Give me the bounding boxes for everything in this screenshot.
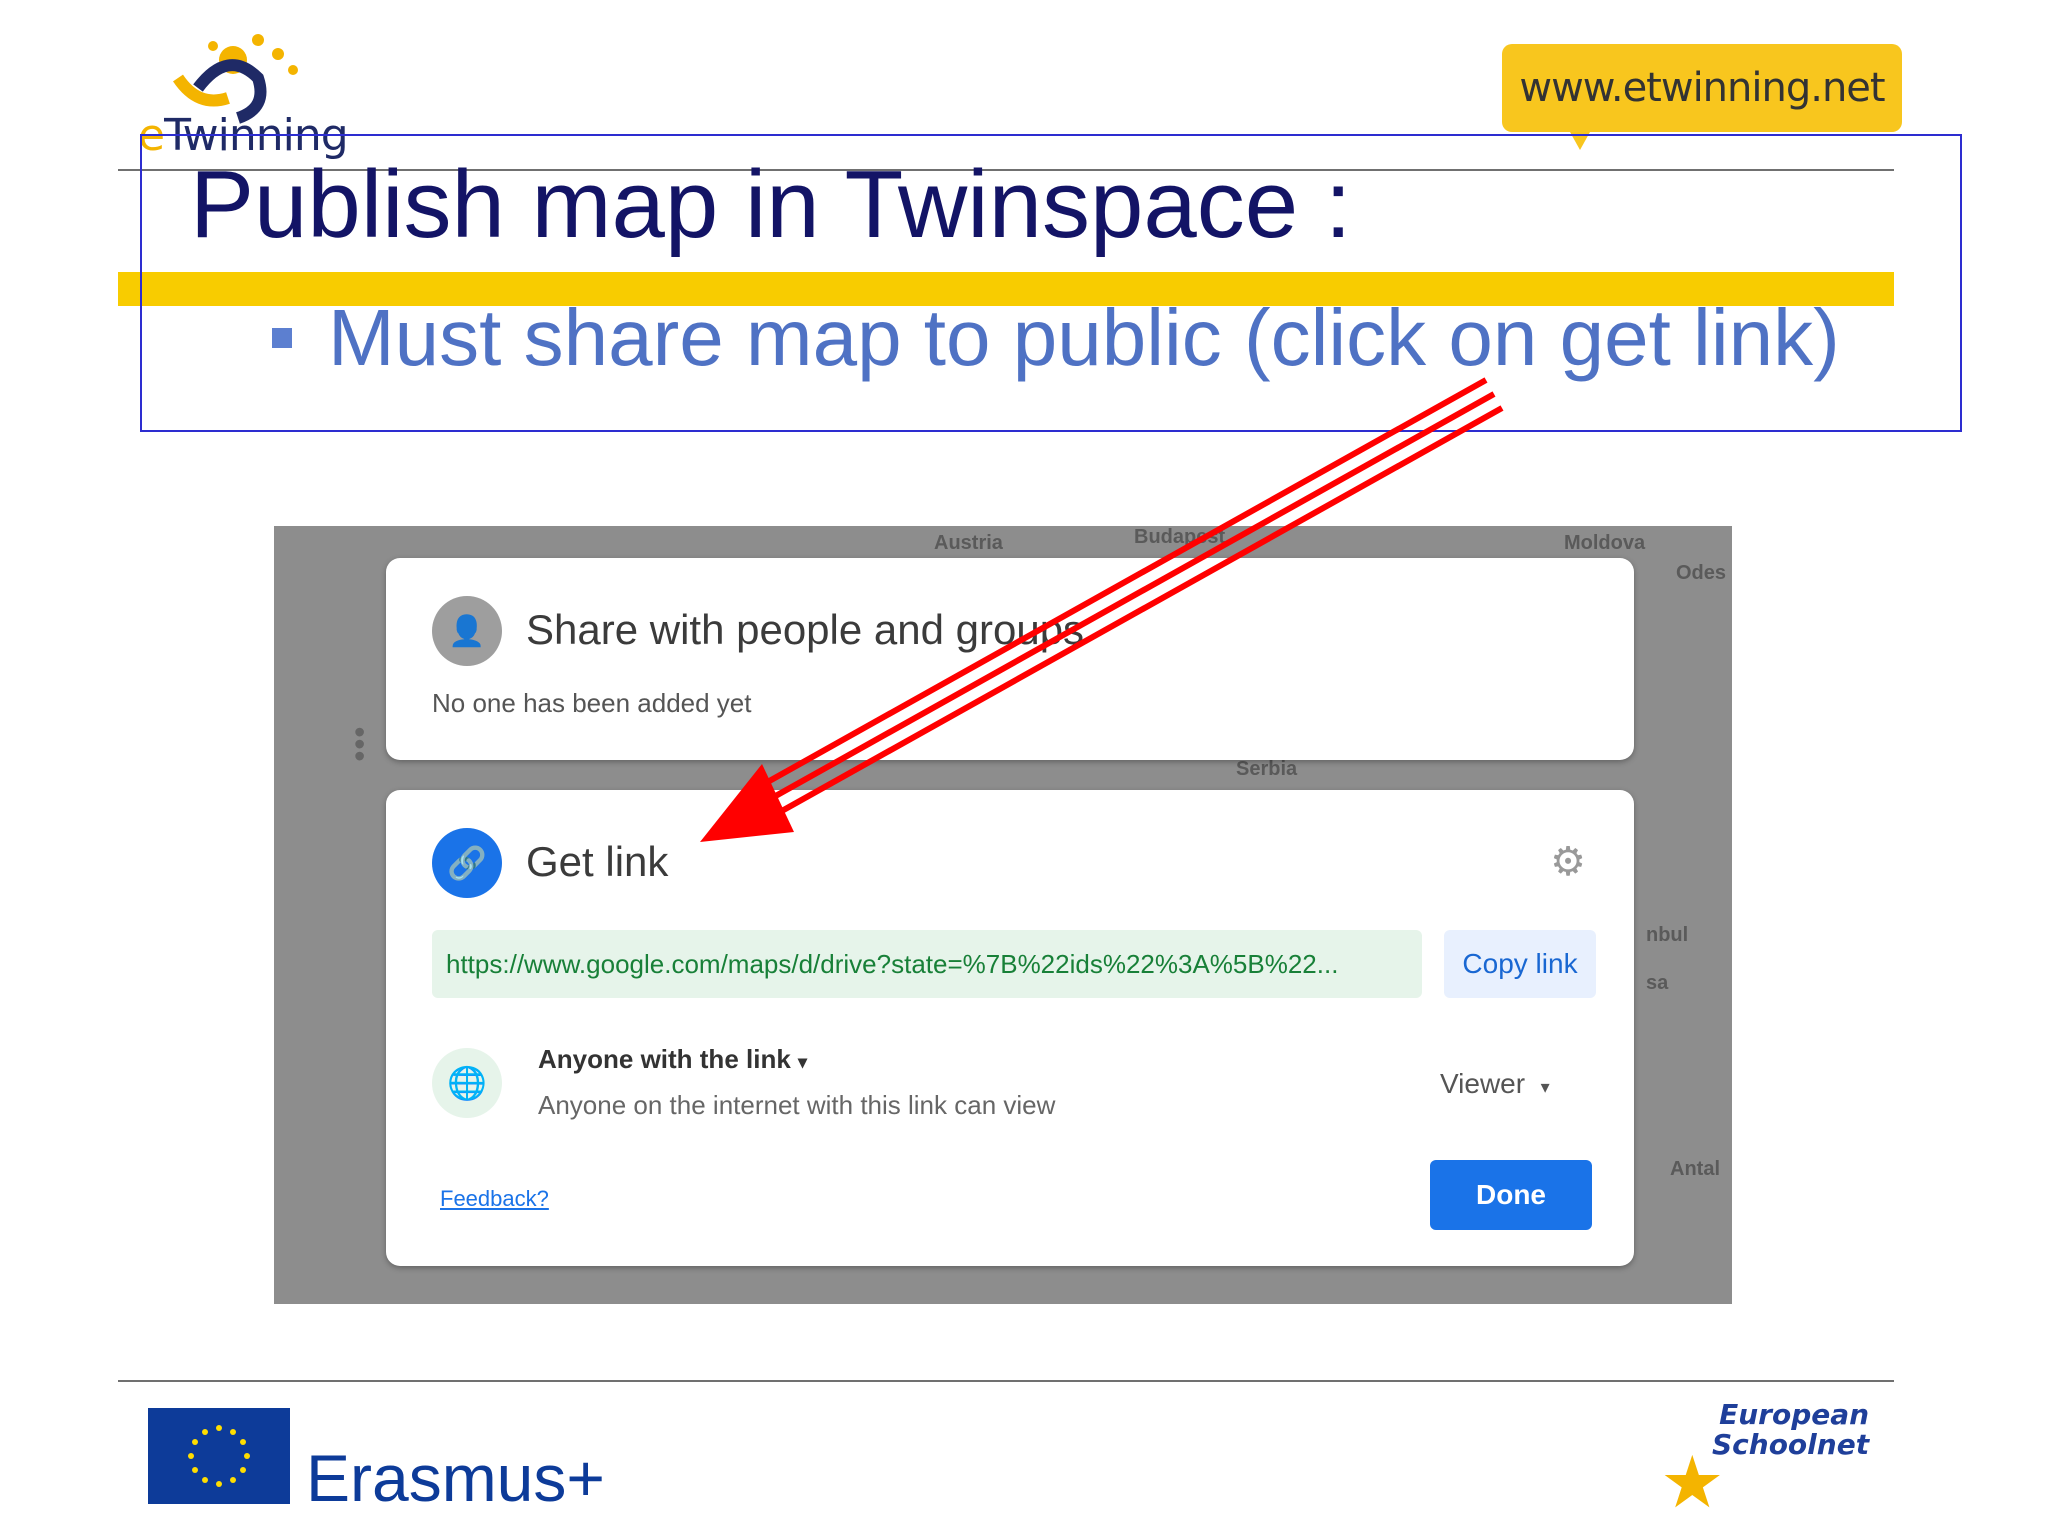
- get-link-title: Get link: [526, 838, 669, 885]
- esn-line2: Schoolnet: [1712, 1428, 1870, 1461]
- chevron-down-icon: ▾: [798, 1052, 808, 1072]
- erasmus-logo-text: Erasmus+: [306, 1441, 605, 1515]
- feedback-link[interactable]: Feedback?: [440, 1186, 549, 1212]
- link-icon: 🔗: [432, 828, 502, 898]
- done-button[interactable]: Done: [1430, 1160, 1592, 1230]
- map-label: Austria: [934, 532, 1003, 554]
- globe-icon: 🌐: [432, 1048, 502, 1118]
- bullet-marker: [272, 328, 292, 348]
- url-badge: www.etwinning.net: [1502, 44, 1902, 132]
- get-link-card: 🔗 Get link ⚙ https://www.google.com/maps…: [386, 790, 1634, 1266]
- share-people-card: 👤 Share with people and groups No one ha…: [386, 558, 1634, 760]
- footer-divider: [118, 1380, 1894, 1382]
- more-vert-icon[interactable]: • • •: [354, 716, 365, 772]
- map-label: Budapest: [1134, 526, 1226, 548]
- access-description: Anyone on the internet with this link ca…: [538, 1090, 1056, 1120]
- share-link-field[interactable]: https://www.google.com/maps/d/drive?stat…: [432, 930, 1422, 998]
- esn-line1: European: [1719, 1398, 1870, 1431]
- slide-bullet: Must share map to public (click on get l…: [328, 293, 1840, 382]
- share-dialog-screenshot: Austria Budapest Moldova Odes Serbia nbu…: [274, 526, 1732, 1304]
- copy-link-button[interactable]: Copy link: [1444, 930, 1596, 998]
- eu-flag-icon: [148, 1408, 290, 1504]
- map-label: nbul: [1646, 924, 1689, 946]
- map-label: Odes: [1676, 562, 1727, 584]
- role-label: Viewer: [1440, 1068, 1526, 1099]
- european-schoolnet-logo: European Schoolnet: [1712, 1400, 1869, 1460]
- map-label: Serbia: [1236, 758, 1298, 780]
- person-add-icon: 👤: [432, 596, 502, 666]
- role-dropdown[interactable]: Viewer ▾: [1440, 1068, 1550, 1100]
- access-label: Anyone with the link: [538, 1044, 791, 1074]
- map-label: Moldova: [1564, 532, 1646, 554]
- access-dropdown[interactable]: Anyone with the link ▾: [538, 1044, 807, 1075]
- map-label: Antal: [1670, 1158, 1720, 1180]
- gear-icon[interactable]: ⚙: [1546, 840, 1590, 884]
- share-card-title: Share with people and groups: [526, 606, 1085, 653]
- chevron-down-icon: ▾: [1540, 1077, 1550, 1097]
- share-card-subtitle: No one has been added yet: [432, 688, 752, 718]
- map-label: sa: [1646, 972, 1669, 994]
- slide-title: Publish map in Twinspace :: [190, 151, 1352, 258]
